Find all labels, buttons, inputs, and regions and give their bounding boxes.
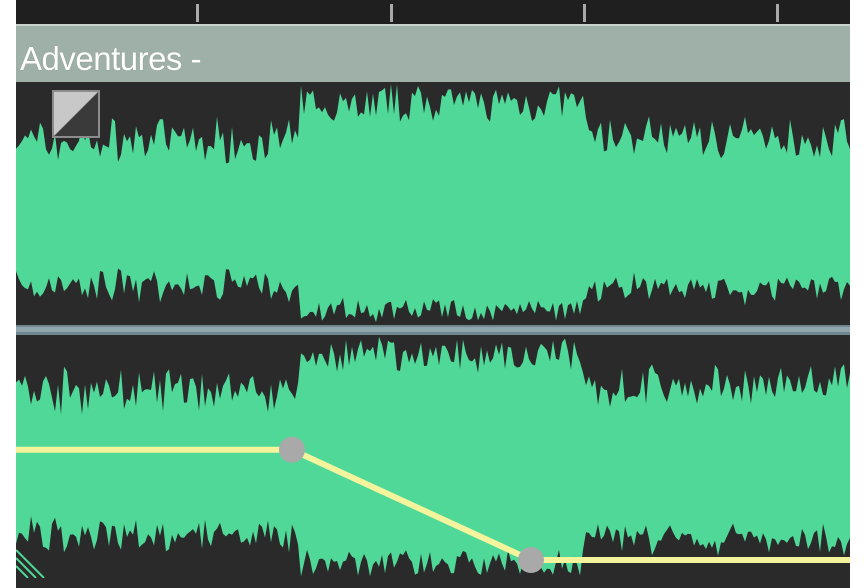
ruler-tick [390, 4, 393, 22]
clip-bottom-edge [16, 578, 850, 588]
timeline-ruler[interactable] [16, 0, 850, 24]
audio-clip[interactable] [16, 82, 850, 578]
clip-header[interactable]: Adventures - [16, 24, 850, 82]
keyframe-1-handle[interactable] [279, 436, 305, 463]
clip-title: Adventures - [20, 40, 202, 77]
ruler-tick [196, 4, 199, 22]
waveform-ch1-top-gap [16, 82, 850, 164]
effect-badge-icon[interactable] [52, 90, 100, 138]
waveform [16, 82, 850, 578]
waveform-ch1-bottom-gap [16, 268, 850, 325]
waveform-ch2-bottom-gap [16, 516, 850, 578]
ruler-tick [583, 4, 586, 22]
waveform-ch2-top-gap [16, 335, 850, 415]
keyframe-2-handle[interactable] [518, 547, 544, 573]
clip-corner-handle[interactable] [16, 540, 46, 578]
ruler-tick [776, 4, 779, 22]
